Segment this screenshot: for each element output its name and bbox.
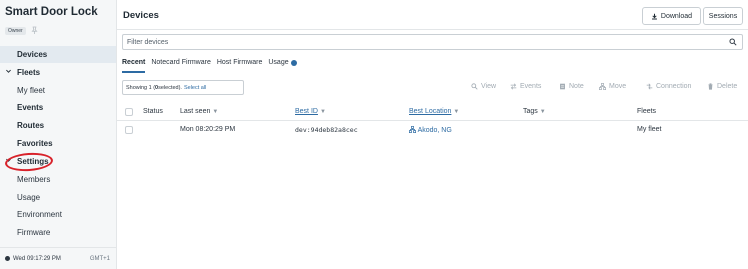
location-tree-icon bbox=[409, 126, 416, 133]
tab-usage[interactable]: Usage bbox=[268, 59, 297, 73]
column-header-last-seen[interactable]: Last seen ▼ bbox=[180, 108, 218, 115]
page-title: Devices bbox=[123, 10, 159, 21]
sessions-button[interactable]: Sessions bbox=[703, 7, 743, 25]
filter-placeholder: Filter devices bbox=[127, 38, 169, 46]
sidebar-item-label: Routes bbox=[17, 121, 45, 130]
sidebar-item-members[interactable]: Members bbox=[0, 171, 116, 188]
tab-host-firmware[interactable]: Host Firmware bbox=[217, 59, 263, 73]
hierarchy-icon bbox=[599, 83, 606, 90]
column-header-label: Last seen bbox=[180, 108, 211, 115]
sidebar-item-favorites[interactable]: Favorites bbox=[0, 135, 116, 152]
sidebar-item-label: Members bbox=[17, 175, 51, 184]
connection-icon bbox=[646, 83, 653, 90]
move-label: Move bbox=[609, 83, 627, 90]
download-button[interactable]: Download bbox=[642, 7, 701, 25]
role-badge: Owner bbox=[5, 26, 26, 35]
sidebar-item-environment[interactable]: Environment bbox=[0, 206, 116, 223]
sidebar-item-routes[interactable]: Routes bbox=[0, 117, 116, 134]
chevron-down-icon bbox=[6, 69, 11, 73]
row-checkbox[interactable] bbox=[125, 126, 133, 134]
tab-label: Notecard Firmware bbox=[151, 59, 211, 66]
sidebar-item-label: Favorites bbox=[17, 139, 53, 148]
note-button[interactable]: Note bbox=[559, 83, 584, 90]
clock-icon bbox=[5, 256, 10, 261]
search-icon bbox=[471, 83, 478, 90]
best-location-cell[interactable]: Akodo, NG bbox=[409, 126, 452, 134]
tab-label: Recent bbox=[122, 59, 146, 66]
devices-table: Status Last seen ▼ Best ID ▼ Best Location… bbox=[117, 104, 748, 139]
download-label: Download bbox=[660, 12, 693, 20]
column-header-label: Best Location bbox=[409, 108, 452, 115]
device-tabs: Recent Notecard Firmware Host Firmware U… bbox=[122, 59, 297, 73]
sidebar-item-firmware[interactable]: Firmware bbox=[0, 224, 116, 241]
sidebar-item-usage[interactable]: Usage bbox=[0, 189, 116, 206]
column-header-label: Tags bbox=[523, 108, 538, 115]
fleets-cell: My fleet bbox=[637, 126, 662, 133]
app-title[interactable]: Smart Door Lock bbox=[5, 6, 98, 18]
sidebar-item-label: Devices bbox=[17, 50, 48, 59]
column-header-fleets[interactable]: Fleets bbox=[637, 108, 656, 115]
sort-icon: ▼ bbox=[319, 109, 326, 115]
events-label: Events bbox=[520, 83, 542, 90]
download-icon bbox=[651, 13, 657, 19]
select-all-checkbox[interactable] bbox=[125, 108, 133, 116]
connection-label: Connection bbox=[656, 83, 692, 90]
sessions-label: Sessions bbox=[708, 12, 738, 20]
column-header-label: Best ID bbox=[295, 108, 318, 115]
trash-icon bbox=[708, 83, 713, 90]
delete-label: Delete bbox=[717, 83, 738, 90]
device-toolbar: View Events Note Move Connection Delete bbox=[117, 83, 748, 93]
last-seen-cell: Mon 08:20:29 PM bbox=[180, 126, 236, 133]
sidebar-item-my-fleet[interactable]: My fleet bbox=[0, 82, 116, 99]
search-icon[interactable] bbox=[729, 38, 737, 46]
filter-devices-input[interactable]: Filter devices bbox=[122, 34, 743, 50]
view-label: View bbox=[481, 83, 497, 90]
tab-label: Host Firmware bbox=[216, 59, 263, 66]
main-panel: Devices Download Sessions Filter devices… bbox=[117, 0, 748, 269]
column-header-tags[interactable]: Tags ▼ bbox=[523, 108, 546, 115]
tab-notecard-firmware[interactable]: Notecard Firmware bbox=[151, 59, 211, 73]
sort-icon: ▼ bbox=[539, 109, 546, 115]
timezone: GMT+1 bbox=[89, 255, 110, 262]
arrows-icon bbox=[510, 83, 517, 90]
column-header-best-id[interactable]: Best ID ▼ bbox=[295, 108, 326, 115]
sidebar-footer: Wed 09:17:29 PM GMT+1 bbox=[0, 247, 116, 269]
header-divider bbox=[117, 29, 748, 30]
events-button[interactable]: Events bbox=[510, 83, 541, 90]
best-id-cell: dev:94deb82a8cec bbox=[295, 126, 358, 134]
table-header-row: Status Last seen ▼ Best ID ▼ Best Location… bbox=[117, 104, 748, 121]
column-header-best-location[interactable]: Best Location ▼ bbox=[409, 108, 459, 115]
location-text: Akodo, NG bbox=[417, 127, 452, 134]
sidebar-item-label: Events bbox=[17, 103, 44, 112]
app-window: Smart Door Lock Owner Devices Fleets My … bbox=[0, 0, 748, 269]
move-button[interactable]: Move bbox=[599, 83, 626, 90]
note-label: Note bbox=[569, 83, 584, 90]
table-row[interactable]: Mon 08:20:29 PM dev:94deb82a8cec Akodo, … bbox=[117, 122, 748, 139]
sidebar-item-label: Environment bbox=[17, 210, 62, 219]
delete-button[interactable]: Delete bbox=[707, 83, 737, 90]
column-header-status[interactable]: Status bbox=[143, 108, 163, 115]
view-button[interactable]: View bbox=[471, 83, 496, 90]
sidebar-item-fleets[interactable]: Fleets bbox=[0, 64, 116, 81]
sidebar-item-label: Firmware bbox=[17, 228, 51, 237]
connection-button[interactable]: Connection bbox=[646, 83, 691, 90]
sort-icon: ▼ bbox=[453, 109, 460, 115]
sidebar-item-label: Usage bbox=[17, 193, 41, 202]
sidebar-item-label: Fleets bbox=[17, 68, 41, 77]
info-icon[interactable] bbox=[290, 60, 297, 66]
pin-icon[interactable] bbox=[31, 26, 38, 35]
tab-recent[interactable]: Recent bbox=[122, 59, 146, 73]
sidebar-item-label: My fleet bbox=[17, 86, 46, 95]
sidebar-item-events[interactable]: Events bbox=[0, 99, 116, 116]
tab-label: Usage bbox=[268, 59, 289, 66]
sidebar-item-devices[interactable]: Devices bbox=[0, 46, 116, 63]
role-row: Owner bbox=[5, 26, 38, 35]
current-time: Wed 09:17:29 PM bbox=[13, 255, 61, 262]
note-icon bbox=[560, 83, 565, 90]
sort-down-icon: ▼ bbox=[212, 109, 219, 115]
sidebar: Smart Door Lock Owner Devices Fleets My … bbox=[0, 0, 117, 269]
